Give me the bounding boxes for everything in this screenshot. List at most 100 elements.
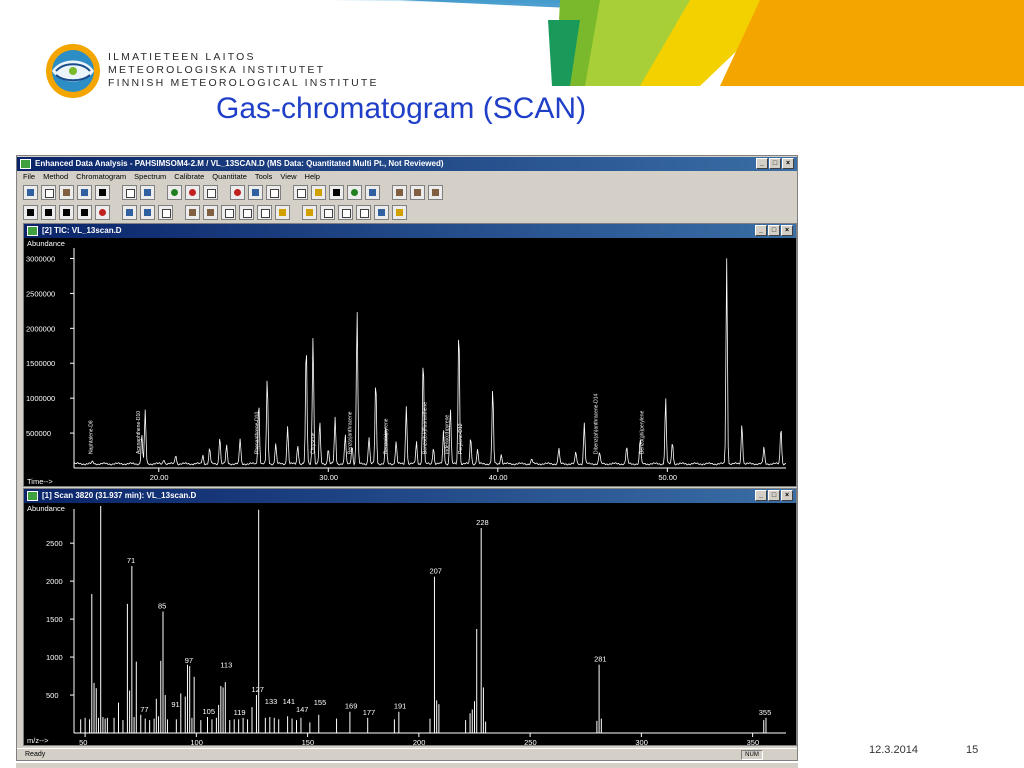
menu-help[interactable]: Help bbox=[305, 171, 320, 183]
app-window[interactable]: Enhanced Data Analysis - PAHSIMSOM4-2.M … bbox=[16, 155, 798, 761]
tic-y-tick-label: 2000000 bbox=[26, 324, 55, 333]
spectrum-peak-label: 71 bbox=[127, 556, 135, 565]
fmi-logo-icon bbox=[46, 44, 100, 98]
copy-icon[interactable] bbox=[122, 184, 137, 200]
maximize-button[interactable]: □ bbox=[769, 158, 781, 169]
open-method-icon[interactable] bbox=[41, 184, 56, 200]
load-file-icon[interactable] bbox=[23, 184, 38, 200]
window-icon[interactable] bbox=[203, 184, 218, 200]
menu-chromatogram[interactable]: Chromatogram bbox=[76, 171, 126, 183]
menu-quantitate[interactable]: Quantitate bbox=[212, 171, 247, 183]
menu-calibrate[interactable]: Calibrate bbox=[174, 171, 204, 183]
logo-text-line-2: METEOROLOGISKA INSTITUTET bbox=[108, 64, 326, 76]
clipboard-icon[interactable] bbox=[338, 204, 353, 220]
run-icon[interactable] bbox=[167, 184, 182, 200]
taskbar[interactable] bbox=[16, 762, 798, 768]
tic-titlebar[interactable]: [2] TIC: VL_13scan.D _ □ × bbox=[24, 224, 796, 238]
tool-3-icon[interactable] bbox=[428, 184, 443, 200]
tic-compound-label: Benz(a)anthracene bbox=[348, 411, 354, 454]
database-icon[interactable] bbox=[203, 204, 218, 220]
status-text: Ready bbox=[25, 751, 46, 758]
tic-x-tick-label: 40.00 bbox=[489, 473, 508, 482]
toolbar-1 bbox=[23, 183, 443, 201]
spectrum-peak-label: 105 bbox=[203, 707, 216, 716]
graph-icon[interactable] bbox=[347, 184, 362, 200]
minimize-button[interactable]: _ bbox=[756, 158, 768, 169]
list-icon[interactable] bbox=[293, 184, 308, 200]
app-titlebar[interactable]: Enhanced Data Analysis - PAHSIMSOM4-2.M … bbox=[17, 157, 797, 171]
calculator-icon[interactable] bbox=[140, 184, 155, 200]
scan-close-button[interactable]: × bbox=[781, 490, 793, 501]
paste-icon[interactable] bbox=[320, 204, 335, 220]
close-button[interactable]: × bbox=[782, 158, 794, 169]
menu-method[interactable]: Method bbox=[43, 171, 68, 183]
report-print-icon[interactable] bbox=[356, 204, 371, 220]
toolbar-2 bbox=[23, 203, 407, 221]
tic-x-tick-label: 50.00 bbox=[658, 473, 677, 482]
tool-1-icon[interactable] bbox=[392, 184, 407, 200]
menu-view[interactable]: View bbox=[280, 171, 296, 183]
save-method-icon[interactable] bbox=[59, 184, 74, 200]
tic-window[interactable]: [2] TIC: VL_13scan.D _ □ × Abundance Tim… bbox=[23, 223, 797, 487]
scan-window-icon bbox=[27, 491, 38, 501]
menu-file[interactable]: File bbox=[23, 171, 35, 183]
tile-windows-icon[interactable] bbox=[248, 184, 263, 200]
scan-x-tick-label: 300 bbox=[635, 738, 648, 745]
help-icon[interactable] bbox=[392, 204, 407, 220]
edit-icon[interactable] bbox=[257, 204, 272, 220]
tic-title: [2] TIC: VL_13scan.D bbox=[42, 226, 122, 235]
scan-plot[interactable]: Abundance m/z--> 500 1000 1500 2000 2500 50 10… bbox=[24, 503, 796, 745]
scan-minimize-button[interactable]: _ bbox=[755, 490, 767, 501]
tic-x-tick-label: 30.00 bbox=[319, 473, 338, 482]
tic-close-button[interactable]: × bbox=[781, 225, 793, 236]
tic-compound-label: Dibenz(ah)anthracene-D14 bbox=[594, 393, 600, 454]
copy-spectrum-icon[interactable] bbox=[302, 204, 317, 220]
tic-plot[interactable]: Abundance Time--> 500000 1000000 1500000 20… bbox=[24, 238, 796, 486]
sim-view-icon[interactable] bbox=[59, 204, 74, 220]
stop-icon[interactable] bbox=[185, 184, 200, 200]
report-icon[interactable] bbox=[266, 184, 281, 200]
bar-spectrum-icon[interactable] bbox=[158, 204, 173, 220]
scan-window[interactable]: [1] Scan 3820 (31.937 min): VL_13scan.D … bbox=[23, 488, 797, 746]
spectrum-view-icon[interactable] bbox=[95, 204, 110, 220]
axis-icon[interactable] bbox=[221, 204, 236, 220]
peak-icon[interactable] bbox=[365, 184, 380, 200]
tic-compound-label: Benzo(a)pyrene bbox=[383, 418, 389, 454]
scan-y-tick-label: 500 bbox=[46, 691, 59, 700]
scan-x-tick-label: 50 bbox=[79, 738, 87, 745]
export-icon[interactable] bbox=[275, 204, 290, 220]
scan-chart[interactable]: Abundance m/z--> 500 1000 1500 2000 2500 50 10… bbox=[24, 503, 796, 745]
slide-title: Gas-chromatogram (SCAN) bbox=[216, 92, 587, 125]
scan-titlebar[interactable]: [1] Scan 3820 (31.937 min): VL_13scan.D … bbox=[24, 489, 796, 503]
tool-2-icon[interactable] bbox=[410, 184, 425, 200]
monitor-icon[interactable] bbox=[329, 184, 344, 200]
spectrum-peak-label: 57 bbox=[96, 503, 104, 505]
tic-y-tick-label: 500000 bbox=[26, 429, 51, 438]
menu-tools[interactable]: Tools bbox=[255, 171, 273, 183]
footer-page-number: 15 bbox=[966, 744, 979, 756]
integrate-icon[interactable] bbox=[122, 204, 137, 220]
print-preview-icon[interactable] bbox=[77, 184, 92, 200]
tic-view-icon[interactable] bbox=[23, 204, 38, 220]
library-search-icon[interactable] bbox=[185, 204, 200, 220]
tic-chart[interactable]: Abundance Time--> 500000 1000000 1500000 20… bbox=[24, 238, 796, 486]
baseline-icon[interactable] bbox=[140, 204, 155, 220]
check-icon[interactable] bbox=[239, 204, 254, 220]
save-report-icon[interactable] bbox=[374, 204, 389, 220]
scan-maximize-button[interactable]: □ bbox=[768, 490, 780, 501]
tic-xlabel: Time--> bbox=[27, 477, 53, 486]
eic-view-icon[interactable] bbox=[41, 204, 56, 220]
scan-x-tick-label: 150 bbox=[302, 738, 315, 745]
spectrum-peak-label: 133 bbox=[265, 697, 278, 706]
menu-spectrum[interactable]: Spectrum bbox=[134, 171, 166, 183]
logo-text-line-3: FINNISH METEOROLOGICAL INSTITUTE bbox=[108, 77, 379, 89]
tic-maximize-button[interactable]: □ bbox=[768, 225, 780, 236]
tic-minimize-button[interactable]: _ bbox=[755, 225, 767, 236]
library-icon[interactable] bbox=[311, 184, 326, 200]
spectrum-peak-label: 147 bbox=[296, 705, 309, 714]
spectrum-peak-label: 177 bbox=[363, 708, 376, 717]
overlay-view-icon[interactable] bbox=[77, 204, 92, 220]
spectrum-peak-label: 207 bbox=[429, 567, 442, 576]
color-grid-icon[interactable] bbox=[230, 184, 245, 200]
printer-icon[interactable] bbox=[95, 184, 110, 200]
